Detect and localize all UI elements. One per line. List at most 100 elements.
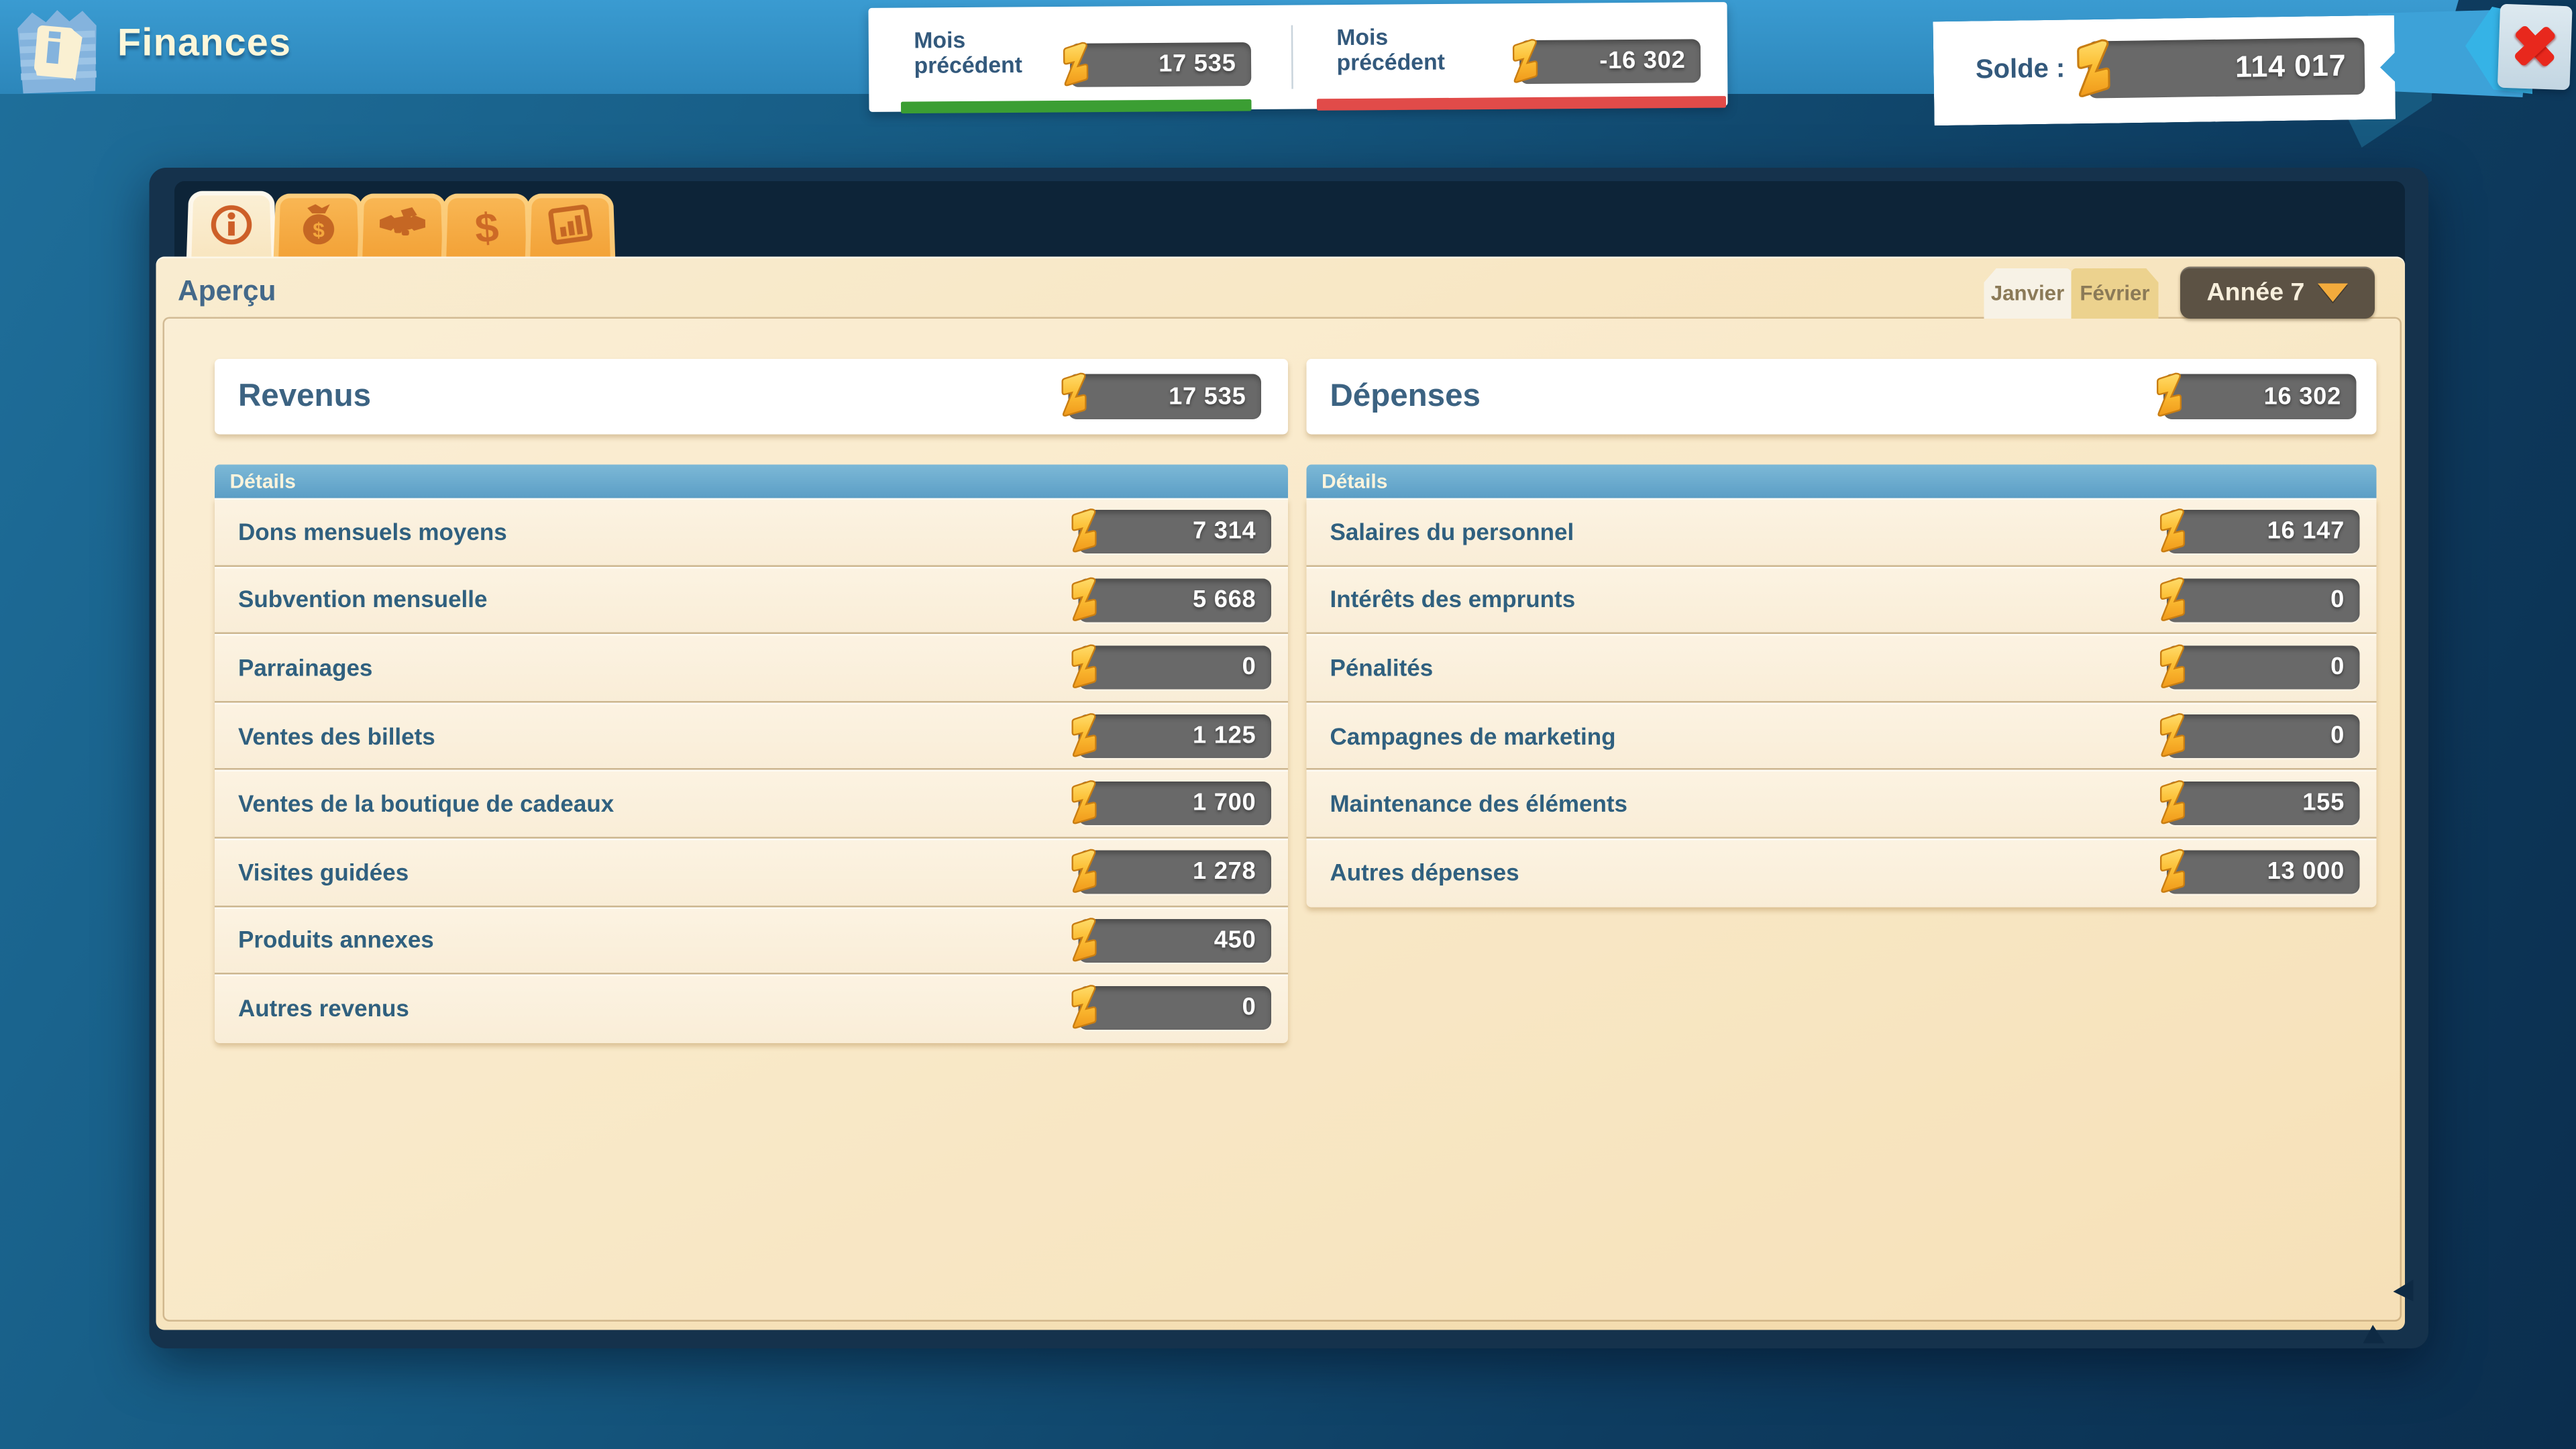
tab-finance[interactable]: $ [441,194,532,264]
dollar-icon [1069,709,1101,763]
revenue-row-badge: 1 278 [1079,850,1272,894]
revenue-row[interactable]: Autres revenus 0 [215,975,1288,1042]
revenues-title: Revenus [238,359,371,435]
balance-value: 114 017 [2235,48,2347,85]
dollar-icon [2157,777,2189,830]
dollar-icon: $ [474,207,500,250]
expense-row[interactable]: Intérêts des emprunts 0 [1307,566,2377,634]
revenues-details-header: Détails [215,465,1288,498]
income-indicator-bar [901,99,1252,113]
expense-row[interactable]: Pénalités 0 [1307,634,2377,702]
prev-month-expense-label: Moisprécédent [1336,25,1445,76]
revenue-row-label: Produits annexes [238,926,434,953]
revenue-row-label: Dons mensuels moyens [238,518,507,545]
revenue-row[interactable]: Subvention mensuelle 5 668 [215,566,1288,634]
revenue-row-value: 1 700 [1193,790,1256,817]
expense-row-label: Campagnes de marketing [1330,722,1616,749]
dollar-icon [1069,505,1101,559]
expense-row-value: 0 [2330,654,2345,681]
revenue-row-value: 1 125 [1193,722,1256,749]
revenue-row-badge: 7 314 [1079,510,1272,553]
revenue-row-value: 1 278 [1193,859,1256,885]
dollar-icon [2157,845,2189,899]
prev-month-expense-badge: -16 302 [1519,39,1701,84]
revenue-row-value: 0 [1242,995,1256,1022]
expense-row[interactable]: Maintenance des éléments 155 [1307,770,2377,838]
dollar-icon [2157,573,2189,627]
revenues-list: Dons mensuels moyens 7 314 Subvention me… [215,498,1288,1043]
balance-label: Solde : [1976,55,2065,87]
revenue-row-label: Subvention mensuelle [238,586,487,612]
expense-row-badge: 13 000 [2167,850,2360,894]
expense-row-badge: 0 [2167,714,2360,757]
dollar-icon [1069,845,1101,899]
revenue-row-badge: 1 125 [1079,714,1272,757]
dollar-icon [1069,913,1101,967]
finances-screen: Finances Moisprécédent 17 535 Moisprécéd… [0,0,2576,1449]
svg-text:$: $ [313,217,325,241]
dollar-icon [1069,777,1101,830]
revenue-row[interactable]: Ventes de la boutique de cadeaux 1 700 [215,770,1288,838]
prev-month-income-value: 17 535 [1159,51,1236,78]
expense-row[interactable]: Autres dépenses 13 000 [1307,839,2377,906]
tab-donations[interactable]: $ [274,194,364,264]
expense-row-badge: 155 [2167,782,2360,826]
revenue-row-value: 5 668 [1193,586,1256,613]
revenue-row-badge: 0 [1079,646,1272,690]
expenses-title: Dépenses [1330,359,1481,435]
dollar-icon [1509,35,1542,89]
revenue-row-label: Visites guidées [238,858,409,885]
expense-row-value: 16 147 [2267,519,2345,545]
prev-month-income-badge: 17 535 [1070,42,1251,87]
revenue-row-label: Autres revenus [238,996,409,1022]
tab-statistics[interactable] [525,194,616,264]
expense-row-label: Salaires du personnel [1330,518,1574,545]
revenue-row-badge: 0 [1079,986,1272,1030]
dollar-icon [2072,34,2115,105]
expenses-total-badge: 16 302 [2163,374,2357,420]
revenue-row[interactable]: Visites guidées 1 278 [215,839,1288,906]
revenue-row-value: 7 314 [1193,519,1256,545]
dollar-icon [2153,369,2186,423]
expense-row-value: 155 [2302,790,2345,817]
dollar-icon [2157,641,2189,694]
revenue-row[interactable]: Dons mensuels moyens 7 314 [215,498,1288,566]
revenue-row-label: Ventes de la boutique de cadeaux [238,790,614,817]
month-tab-janvier[interactable]: Janvier [1984,268,2072,319]
prev-month-income-label: Moisprécédent [914,29,1022,79]
revenues-header-card: Revenus 17 535 [215,359,1288,435]
bar-chart-icon [547,203,593,252]
dollar-icon [2157,709,2189,763]
revenues-total-badge: 17 535 [1069,374,1262,420]
info-icon [208,202,254,254]
revenue-row[interactable]: Produits annexes 450 [215,906,1288,974]
month-tab-fevrier[interactable]: Février [2072,268,2159,319]
expense-row-label: Pénalités [1330,654,1434,681]
finances-book-icon [12,3,104,101]
page-title: Finances [117,20,291,66]
tab-sponsorships[interactable] [358,194,448,264]
expense-row-badge: 0 [2167,578,2360,621]
revenue-row[interactable]: Parrainages 0 [215,634,1288,702]
expense-row[interactable]: Salaires du personnel 16 147 [1307,498,2377,566]
revenue-row-badge: 450 [1079,918,1272,962]
balance-card: Solde : 114 017 [1933,15,2396,126]
tab-overview[interactable] [186,191,277,267]
year-dropdown[interactable]: Année 7 [2180,267,2375,319]
expense-row-badge: 0 [2167,646,2360,690]
expense-row-label: Intérêts des emprunts [1330,586,1576,612]
revenue-row[interactable]: Ventes des billets 1 125 [215,702,1288,770]
revenue-row-value: 450 [1214,926,1256,953]
revenue-row-label: Parrainages [238,654,372,681]
expense-row-value: 13 000 [2267,859,2345,885]
dollar-icon [1060,38,1092,92]
expense-row-value: 0 [2330,586,2345,613]
handshake-icon [378,203,427,252]
expense-row-value: 0 [2330,722,2345,749]
revenues-total: 17 535 [1169,383,1246,410]
expense-row-label: Maintenance des éléments [1330,790,1628,817]
expenses-total: 16 302 [2264,383,2341,410]
expense-row[interactable]: Campagnes de marketing 0 [1307,702,2377,770]
close-button[interactable] [2498,4,2573,91]
expense-row-badge: 16 147 [2167,510,2360,553]
